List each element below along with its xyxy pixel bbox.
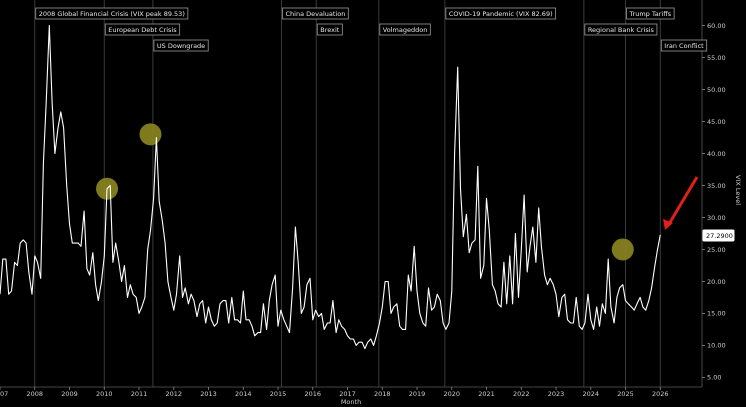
event-label: Volmageddon xyxy=(383,26,428,34)
event-lines xyxy=(34,0,661,387)
event-annotation-8: Trump Tariffs xyxy=(626,7,675,20)
x-tick-label: 2024 xyxy=(583,390,600,398)
event-label: Trump Tariffs xyxy=(629,10,672,18)
event-label: China Devaluation xyxy=(285,10,345,18)
y-tick-label: 60.00 xyxy=(707,22,726,30)
red-arrow xyxy=(663,176,699,230)
highlight-circle xyxy=(139,123,162,146)
y-tick-label: 55.00 xyxy=(707,54,726,62)
y-tick-label: 45.00 xyxy=(707,118,726,126)
y-tick-label: 10.00 xyxy=(707,342,726,350)
x-axis-title: Month xyxy=(341,398,361,406)
x-tick-label: 2015 xyxy=(270,390,287,398)
y-ticks: 5.00 10.00 15.00 20.00 25.00 30.00 35.00 40.00 4… xyxy=(702,22,726,382)
x-tick-label: 2018 xyxy=(374,390,391,398)
highlight-circle xyxy=(611,238,634,261)
x-tick-label: 2019 xyxy=(409,390,426,398)
x-tick-label: 2008 xyxy=(26,390,43,398)
y-tick-label: 35.00 xyxy=(707,182,726,190)
y-tick-label: 30.00 xyxy=(707,214,726,222)
event-annotation-1: European Debt Crisis xyxy=(104,23,181,36)
x-tick-label: 2007 xyxy=(0,390,8,398)
y-tick-label: 25.00 xyxy=(707,246,726,254)
event-label: 2008 Global Financial Crisis (VIX peak 8… xyxy=(39,10,185,18)
event-annotation-9: Iran Conflict xyxy=(660,39,708,52)
vix-chart: 5.00 10.00 15.00 20.00 25.00 30.00 35.00 40.00 4… xyxy=(0,0,742,406)
event-annotation-4: Brexit xyxy=(316,23,343,36)
x-tick-label: 2017 xyxy=(339,390,356,398)
event-annotations: 2008 Global Financial Crisis (VIX peak 8… xyxy=(35,7,708,52)
last-value-marker: 27.2900 xyxy=(702,229,735,242)
event-label: Regional Bank Crisis xyxy=(588,26,655,34)
event-annotation-3: China Devaluation xyxy=(282,7,349,20)
y-tick-label: 50.00 xyxy=(707,86,726,94)
event-label: European Debt Crisis xyxy=(108,26,177,34)
y-axis-title: VIX Level xyxy=(734,175,742,205)
event-annotation-0: 2008 Global Financial Crisis (VIX peak 8… xyxy=(35,7,189,20)
x-tick-label: 2026 xyxy=(652,390,669,398)
event-label: COVID-19 Pandemic (VIX 82.69) xyxy=(449,10,553,18)
last-value-label: 27.2900 xyxy=(706,232,733,240)
y-tick-label: 15.00 xyxy=(707,310,726,318)
x-tick-label: 2021 xyxy=(478,390,495,398)
event-annotation-6: COVID-19 Pandemic (VIX 82.69) xyxy=(445,7,557,20)
x-tick-label: 2013 xyxy=(200,390,217,398)
x-tick-label: 2022 xyxy=(513,390,530,398)
x-tick-label: 2011 xyxy=(131,390,148,398)
x-ticks: 2007 2008 2009 2010 2011 2012 2013 2014 2015 2016… xyxy=(0,387,669,398)
event-label: Brexit xyxy=(320,26,340,34)
event-annotation-5: Volmageddon xyxy=(379,23,431,36)
x-tick-label: 2012 xyxy=(165,390,182,398)
x-tick-label: 2009 xyxy=(61,390,78,398)
highlight-circles xyxy=(96,123,634,261)
event-annotation-7: Regional Bank Crisis xyxy=(584,23,658,36)
event-label: US Downgrade xyxy=(157,42,205,50)
x-tick-label: 2023 xyxy=(548,390,565,398)
x-tick-label: 2025 xyxy=(617,390,634,398)
arrow-shaft xyxy=(667,176,699,225)
x-tick-label: 2010 xyxy=(96,390,113,398)
x-tick-label: 2020 xyxy=(444,390,461,398)
event-label: Iran Conflict xyxy=(664,42,704,50)
y-tick-label: 5.00 xyxy=(707,374,721,382)
x-tick-label: 2016 xyxy=(304,390,321,398)
y-tick-label: 20.00 xyxy=(707,278,726,286)
x-tick-label: 2014 xyxy=(235,390,252,398)
event-annotation-2: US Downgrade xyxy=(153,39,209,52)
y-tick-label: 40.00 xyxy=(707,150,726,158)
